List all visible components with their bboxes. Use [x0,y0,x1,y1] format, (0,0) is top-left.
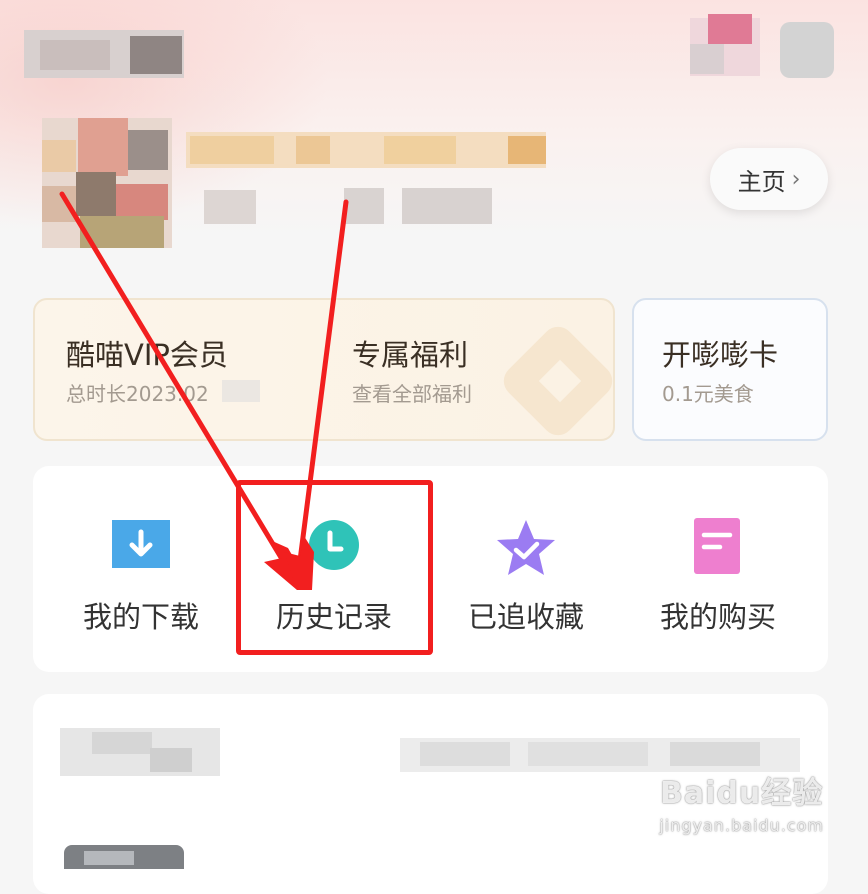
annotation-arrows [59,191,349,590]
watermark-main: Baidu经验 [660,776,824,811]
watermark-sub: jingyan.baidu.com [659,816,824,835]
baidu-jingyan-watermark: Baidu经验 jingyan.baidu.com [659,768,824,835]
annotation-highlight-box [236,480,433,655]
